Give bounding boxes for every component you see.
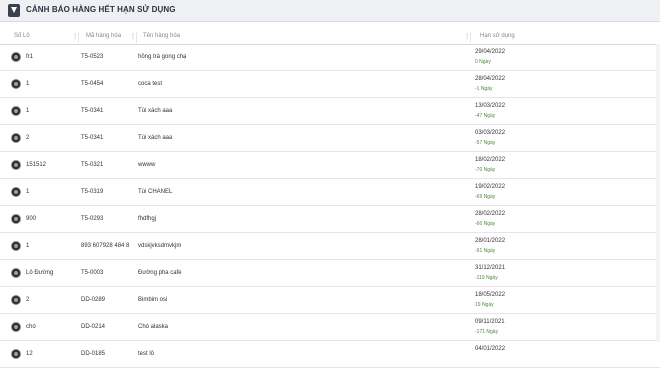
table-row[interactable]: 12 DD-0185 test lô 04/01/2022 — [0, 341, 660, 368]
product-code: T5-0454 — [81, 81, 104, 87]
column-header-expiry[interactable]: Hạn sử dụng — [480, 33, 515, 44]
days-remaining: -1 Ngày — [475, 86, 493, 92]
column-resizer[interactable] — [470, 32, 471, 43]
expiry-date: 18/05/2022 — [475, 292, 506, 298]
lot-number: 1 — [26, 243, 30, 249]
column-resizer[interactable] — [78, 32, 79, 43]
table-row[interactable]: 1 T5-0319 Túi CHANEL 19/02/2022 -69 Ngày — [0, 179, 660, 206]
lot-number: 151512 — [26, 162, 47, 168]
camera-icon[interactable] — [12, 134, 20, 142]
days-remaining: -57 Ngày — [475, 140, 496, 146]
table-row[interactable]: 2 DD-0289 Bimbim osi 18/05/2022 19 Ngày — [0, 287, 660, 314]
table-row[interactable]: 1 893 607928 484 8 vdskjvksdmvkjm 28/01/202… — [0, 233, 660, 260]
expiry-date: 29/04/2022 — [475, 49, 506, 55]
expiry-date: 04/01/2022 — [475, 346, 506, 352]
product-name: Túi xách aaa — [138, 135, 173, 141]
camera-icon[interactable] — [12, 53, 20, 61]
product-code: T5-0319 — [81, 189, 104, 195]
scrollbar[interactable] — [656, 44, 660, 342]
lot-number: fr1 — [26, 54, 34, 60]
product-name: Bimbim osi — [138, 297, 168, 303]
product-name: test lô — [138, 351, 155, 357]
camera-icon[interactable] — [12, 161, 20, 169]
panel-header: CẢNH BÁO HÀNG HẾT HẠN SỬ DỤNG — [0, 0, 660, 22]
product-code: T5-0293 — [81, 216, 104, 222]
expiry-date: 13/03/2022 — [475, 103, 506, 109]
days-remaining: -91 Ngày — [475, 248, 496, 254]
lot-number: 900 — [26, 216, 37, 222]
product-code: 893 607928 484 8 — [81, 243, 130, 249]
expiry-date: 31/12/2021 — [475, 265, 506, 271]
days-remaining: -171 Ngày — [475, 329, 499, 335]
days-remaining: -60 Ngày — [475, 221, 496, 227]
column-header-name[interactable]: Tên hàng hóa — [143, 33, 180, 44]
expiry-date: 18/02/2022 — [475, 157, 506, 163]
product-code: T5-0321 — [81, 162, 104, 168]
table-header: Số Lô ⋮ Mã hàng hóa ⋮ Tên hàng hóa ⋮ Hạn… — [0, 31, 660, 45]
product-name: wwww — [138, 162, 156, 168]
days-remaining: -69 Ngày — [475, 194, 496, 200]
days-remaining: 19 Ngày — [475, 302, 494, 308]
lot-number: 1 — [26, 189, 30, 195]
camera-icon[interactable] — [12, 296, 20, 304]
product-code: DD-0289 — [81, 297, 106, 303]
panel-title: CẢNH BÁO HÀNG HẾT HẠN SỬ DỤNG — [26, 5, 176, 14]
table-row[interactable]: fr1 T5-0523 hồng trà gong chạ 29/04/2022 0 N… — [0, 44, 660, 71]
expiry-date: 28/01/2022 — [475, 238, 506, 244]
table-row[interactable]: chó DD-0214 Chó alaska 09/11/2021 -171 Ngày — [0, 314, 660, 341]
product-name: hồng trà gong chạ — [138, 54, 187, 60]
product-code: T5-0523 — [81, 54, 104, 60]
camera-icon[interactable] — [12, 350, 20, 358]
expiry-date: 28/04/2022 — [475, 76, 506, 82]
product-code: T5-0003 — [81, 270, 104, 276]
camera-icon[interactable] — [12, 188, 20, 196]
column-header-lot[interactable]: Số Lô — [14, 33, 30, 44]
camera-icon[interactable] — [12, 269, 20, 277]
product-code: DD-0214 — [81, 324, 106, 330]
product-name: Túi xách aaa — [138, 108, 173, 114]
table-row[interactable]: 1 T5-0454 coca test 28/04/2022 -1 Ngày — [0, 71, 660, 98]
table-row[interactable]: 151512 T5-0321 wwww 18/02/2022 -70 Ngày — [0, 152, 660, 179]
product-name: Đường pha cafe — [138, 270, 182, 276]
lot-number: 2 — [26, 135, 30, 141]
days-remaining: -47 Ngày — [475, 113, 496, 119]
lot-number: chó — [26, 324, 36, 330]
product-name: coca test — [138, 81, 163, 87]
column-header-code[interactable]: Mã hàng hóa — [86, 33, 121, 44]
lot-number: 1 — [26, 108, 30, 114]
lot-number: Lô Đường — [26, 270, 54, 276]
table-row[interactable]: 900 T5-0293 fhdfhgj 28/02/2022 -60 Ngày — [0, 206, 660, 233]
product-code: T5-0341 — [81, 135, 104, 141]
table-row[interactable]: 2 T5-0341 Túi xách aaa 03/03/2022 -57 Ngày — [0, 125, 660, 152]
lot-number: 12 — [26, 351, 33, 357]
camera-icon[interactable] — [12, 215, 20, 223]
days-remaining: -70 Ngày — [475, 167, 496, 173]
expiry-date: 19/02/2022 — [475, 184, 506, 190]
product-name: fhdfhgj — [138, 216, 157, 222]
camera-icon[interactable] — [12, 107, 20, 115]
product-code: T5-0341 — [81, 108, 104, 114]
column-resizer[interactable] — [136, 32, 137, 43]
funnel-icon[interactable] — [8, 4, 20, 17]
expiry-date: 03/03/2022 — [475, 130, 506, 136]
camera-icon[interactable] — [12, 242, 20, 250]
product-code: DD-0185 — [81, 351, 106, 357]
table-body: fr1 T5-0523 hồng trà gong chạ 29/04/2022 0 N… — [0, 44, 660, 368]
lot-number: 2 — [26, 297, 30, 303]
expiry-date: 09/11/2021 — [475, 319, 505, 325]
camera-icon[interactable] — [12, 80, 20, 88]
days-remaining: 0 Ngày — [475, 59, 491, 65]
table-row[interactable]: Lô Đường T5-0003 Đường pha cafe 31/12/2021 -… — [0, 260, 660, 287]
product-name: Chó alaska — [138, 324, 169, 330]
days-remaining: -119 Ngày — [475, 275, 498, 281]
product-name: Túi CHANEL — [138, 189, 173, 195]
camera-icon[interactable] — [12, 323, 20, 331]
product-name: vdskjvksdmvkjm — [138, 243, 182, 249]
lot-number: 1 — [26, 81, 30, 87]
expiry-date: 28/02/2022 — [475, 211, 506, 217]
table-row[interactable]: 1 T5-0341 Túi xách aaa 13/03/2022 -47 Ngày — [0, 98, 660, 125]
